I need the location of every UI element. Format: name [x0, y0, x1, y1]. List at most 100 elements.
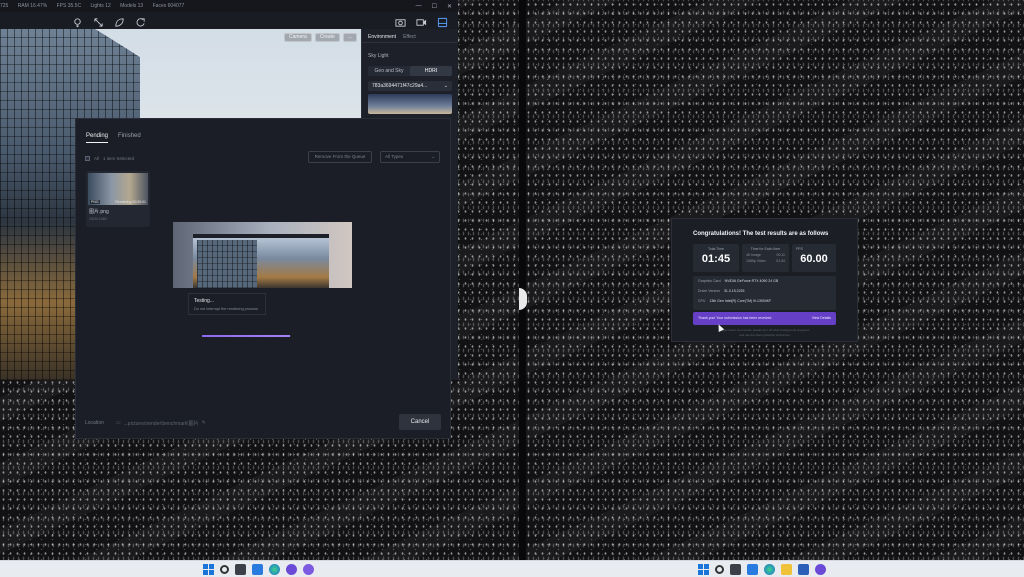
create-button[interactable]: Create [314, 33, 340, 42]
taskbar-apps-left [203, 564, 314, 575]
queue-item-name: 图片.png [89, 209, 109, 215]
select-all-label: All [94, 155, 100, 161]
results-title: Congratulations! The test results are as… [693, 231, 829, 237]
leaf-icon[interactable] [114, 15, 125, 27]
gpu-row: Graphics Card NVIDIA GeForce RTX 4090 24 … [698, 279, 831, 283]
hdri-select[interactable]: 783a3694471f47c29a4... ⌄ [368, 81, 452, 91]
cpu-row: CPU 13th Gen Intel(R) Core(TM) i9-13900KF [698, 299, 831, 303]
location-path-field[interactable]: ▭ ...pictures\render\benchmark\图片 ✎ [116, 420, 206, 427]
submission-text: Thank you! Your submission has been rece… [698, 316, 772, 320]
more-button[interactable]: ... [342, 33, 357, 42]
gpu-value: NVIDIA GeForce RTX 4090 24 GB [724, 279, 779, 283]
type-filter-value: All Types [385, 154, 404, 159]
queue-item-thumbnail: PNG Rendering 00:00:01 [88, 173, 148, 205]
remove-from-queue-button[interactable]: Remove From the Queue [308, 151, 372, 163]
testing-subtitle: Do not interrupt the rendering process [194, 307, 258, 311]
time-each-item-label: Time for Each Item [750, 247, 781, 251]
layers-icon[interactable] [437, 15, 448, 28]
files-icon[interactable] [781, 564, 792, 575]
queue-footer: Location ▭ ...pictures\render\benchmark\… [85, 417, 445, 429]
measure-icon[interactable] [93, 15, 104, 27]
store-icon[interactable] [798, 564, 809, 575]
hdri-thumbnail[interactable] [368, 94, 452, 114]
viewport-buttons: Camera Create ... [284, 33, 357, 42]
preview-toolbar [193, 234, 329, 238]
task-view-icon[interactable] [730, 564, 741, 575]
total-time-value: 01:45 [701, 253, 731, 265]
stat-item: Faces 604077 [152, 3, 185, 9]
location-path: ...pictures\render\benchmark\图片 [123, 420, 199, 427]
testing-title: Testing... [194, 298, 215, 304]
testing-tooltip: Testing... Do not interrupt the renderin… [188, 293, 266, 315]
type-filter-select[interactable]: All Types ⌄ [380, 151, 440, 163]
each-item-row-value: 01:34 [776, 259, 785, 263]
results-note-line: and use the latest graphics card driver [739, 333, 790, 337]
refresh-icon[interactable] [135, 15, 146, 27]
select-all-checkbox[interactable] [85, 155, 90, 161]
render-preview [173, 222, 352, 288]
widgets-icon[interactable] [252, 564, 263, 575]
queue-item-card[interactable]: PNG Rendering 00:00:01 图片.png 1920×1080 [86, 171, 150, 227]
monitor-divider [519, 0, 526, 560]
location-label: Location [85, 420, 104, 426]
each-item-row-label: 1080p Video [746, 259, 766, 263]
chevron-down-icon: ⌄ [443, 83, 448, 89]
maximize-icon[interactable]: ☐ [432, 3, 437, 10]
search-icon[interactable] [715, 565, 724, 574]
file-type-badge: PNG [90, 200, 100, 204]
each-item-row: 1080p Video 01:34 [742, 257, 789, 263]
queue-item-meta: 1920×1080 [89, 217, 107, 221]
stat-item: Models 13 [120, 3, 144, 9]
app-icon[interactable] [815, 564, 826, 575]
render-status: Rendering 00:00:01 [115, 200, 146, 204]
camera-button[interactable]: Camera [284, 33, 312, 42]
task-view-icon[interactable] [235, 564, 246, 575]
submission-banner: Thank you! Your submission has been rece… [693, 312, 836, 325]
stat-item: RAM 16.47% [17, 3, 48, 9]
cancel-button[interactable]: Cancel [399, 414, 441, 430]
camera-icon[interactable] [395, 15, 406, 27]
mode-geo-sky[interactable]: Geo and Sky [368, 66, 410, 76]
tab-finished[interactable]: Finished [118, 133, 141, 143]
render-progress-fill [202, 335, 291, 337]
light-icon[interactable] [72, 15, 83, 28]
app-icon[interactable] [286, 564, 297, 575]
driver-value: 31.0.15.2225 [723, 289, 745, 293]
driver-row: Driver Version 31.0.15.2225 [698, 289, 831, 293]
search-icon[interactable] [220, 565, 229, 574]
render-queue-dialog: Pending Finished All 1 item Selected Rem… [75, 118, 451, 439]
total-time-card: Total Time 01:45 [693, 244, 739, 272]
app-icon[interactable] [303, 564, 314, 575]
time-each-item-card: Time for Each Item 4K Image 00:11 1080p … [742, 244, 789, 272]
system-info: Graphics Card NVIDIA GeForce RTX 4090 24 … [693, 276, 836, 310]
edge-icon[interactable] [269, 564, 280, 575]
chevron-down-icon: ⌄ [431, 154, 435, 159]
tab-effect[interactable]: Effect [403, 34, 416, 42]
stat-item: Lights 12 [90, 3, 111, 9]
results-note: To get better test results, please turn … [693, 328, 836, 338]
minimize-icon[interactable]: — [416, 3, 422, 9]
edge-icon[interactable] [764, 564, 775, 575]
close-icon[interactable]: ✕ [447, 3, 452, 10]
view-details-link[interactable]: View Details [812, 312, 831, 325]
folder-icon: ▭ [115, 420, 121, 426]
benchmark-results-dialog: Congratulations! The test results are as… [671, 218, 858, 342]
tab-environment[interactable]: Environment [368, 34, 396, 42]
edit-icon: ✎ [201, 420, 206, 426]
panel-tabs: Environment Effect [362, 29, 458, 43]
fps-card: FPS 60.00 [792, 244, 836, 272]
video-icon[interactable] [416, 15, 427, 26]
stat-item: 725 [0, 3, 9, 9]
tab-pending[interactable]: Pending [86, 133, 109, 143]
mode-hdri[interactable]: HDRI [410, 66, 452, 76]
sky-light-label: Sky Light [368, 53, 389, 59]
fps-value: 60.00 [800, 253, 828, 265]
driver-label: Driver Version [698, 289, 720, 293]
hdri-value: 783a3694471f47c29a4... [372, 83, 428, 89]
windows-start-icon[interactable] [698, 564, 709, 575]
windows-start-icon[interactable] [203, 564, 214, 575]
widgets-icon[interactable] [747, 564, 758, 575]
each-item-row-label: 4K Image [746, 253, 761, 257]
taskbar-apps-right [698, 564, 826, 575]
stat-item: FPS 35.5C [56, 3, 82, 9]
